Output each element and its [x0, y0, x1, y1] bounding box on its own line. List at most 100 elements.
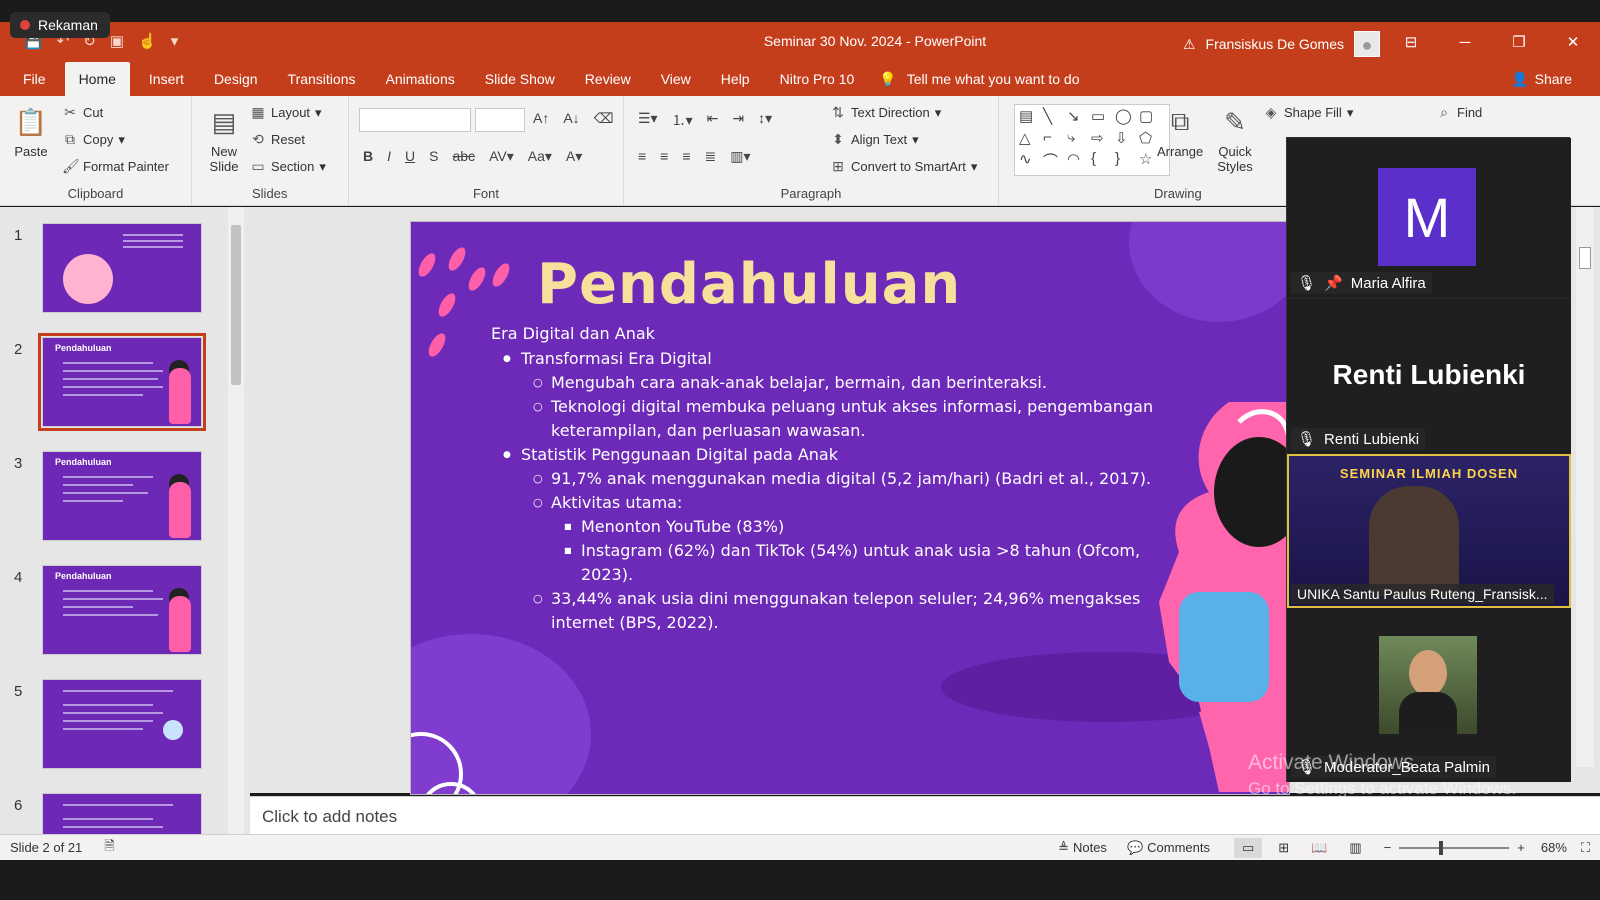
user-area[interactable]: ⚠ Fransiskus De Gomes ●	[1183, 31, 1380, 57]
clear-format-icon[interactable]: ⌫	[594, 110, 614, 127]
slide-thumbnail[interactable]	[42, 679, 202, 769]
notes-pane[interactable]: Click to add notes	[250, 796, 1600, 834]
cut-button[interactable]: ✂ Cut	[62, 104, 103, 121]
tab-design[interactable]: Design	[199, 62, 273, 96]
slide-thumbnail[interactable]: Pendahuluan	[42, 565, 202, 655]
thumbnail-item[interactable]: 2 Pendahuluan	[0, 329, 230, 431]
reset-button[interactable]: ⟲ Reset	[250, 131, 305, 148]
copy-button[interactable]: ⧉ Copy ▾	[62, 131, 125, 148]
strikethrough-icon[interactable]: abc	[452, 148, 475, 165]
line-shape-icon[interactable]: ╲	[1043, 107, 1065, 127]
section-button[interactable]: ▭ Section ▾	[250, 158, 326, 175]
scrollbar-thumb[interactable]	[231, 225, 241, 385]
zoom-slider[interactable]	[1399, 840, 1510, 855]
slide-thumbnail-selected[interactable]: Pendahuluan	[38, 333, 206, 431]
thumbnail-item[interactable]: 1	[0, 215, 230, 315]
zoom-level[interactable]: 68%	[1541, 840, 1567, 855]
new-slide-button[interactable]: ▤ New Slide	[204, 104, 244, 175]
thumbnail-item[interactable]: 4 Pendahuluan	[0, 557, 230, 657]
thumbnail-item[interactable]: 3 Pendahuluan	[0, 443, 230, 543]
ribbon-display-options-icon[interactable]: ⊟	[1384, 22, 1438, 62]
slideshow-icon[interactable]: ▥	[1349, 840, 1361, 856]
convert-smartart-button[interactable]: ⊞ Convert to SmartArt ▾	[830, 158, 977, 175]
quick-styles-button[interactable]: ✎ Quick Styles	[1213, 104, 1257, 175]
italic-icon[interactable]: I	[387, 148, 391, 165]
format-painter-button[interactable]: 🖌 Format Painter	[62, 158, 169, 175]
underline-icon[interactable]: U	[405, 148, 415, 165]
tab-view[interactable]: View	[646, 62, 706, 96]
spellcheck-icon[interactable]: 🗎	[104, 837, 114, 859]
tell-me-search[interactable]: 💡 Tell me what you want to do	[879, 62, 1079, 96]
freeform-shape-icon[interactable]: ∿	[1019, 150, 1041, 173]
normal-view-icon[interactable]: ▭	[1233, 837, 1263, 858]
slide-title[interactable]: Pendahuluan	[537, 252, 961, 317]
zoom-out-icon[interactable]: −	[1384, 840, 1392, 855]
fit-to-window-icon[interactable]: ⛶	[1581, 840, 1590, 856]
paste-button[interactable]: 📋 Paste	[14, 104, 48, 160]
numbering-icon[interactable]: ⒈▾	[672, 110, 693, 130]
font-name-input[interactable]	[359, 108, 471, 132]
line-spacing-icon[interactable]: ↕▾	[758, 110, 772, 130]
curve-shape-icon[interactable]: ⌒	[1043, 150, 1065, 173]
align-left-icon[interactable]: ≡	[638, 148, 646, 165]
tab-file[interactable]: File	[8, 62, 61, 96]
tab-home[interactable]: Home	[64, 62, 130, 96]
bold-icon[interactable]: B	[363, 148, 373, 165]
layout-button[interactable]: ▦ Layout ▾	[250, 104, 321, 121]
textbox-shape-icon[interactable]: ▤	[1019, 107, 1041, 127]
tab-insert[interactable]: Insert	[134, 62, 199, 96]
shrink-font-icon[interactable]: A↓	[563, 110, 579, 127]
font-size-input[interactable]	[475, 108, 525, 132]
participant-tile-active-speaker[interactable]: SEMINAR ILMIAH DOSEN UNIKA Santu Paulus …	[1287, 454, 1571, 608]
close-icon[interactable]: ✕	[1546, 22, 1600, 62]
bullets-icon[interactable]: ☰▾	[638, 110, 658, 130]
down-arrow-shape-icon[interactable]: ⇩	[1115, 129, 1137, 149]
arrange-button[interactable]: ⧉ Arrange	[1157, 104, 1203, 159]
participant-tile[interactable]: M 🎙 📌 Maria Alfira	[1287, 138, 1571, 298]
right-arrow-shape-icon[interactable]: ⇨	[1091, 129, 1113, 149]
char-spacing-icon[interactable]: AV▾	[489, 148, 514, 165]
restore-icon[interactable]: ❐	[1492, 22, 1546, 62]
slide-sorter-icon[interactable]: ⊞	[1278, 840, 1289, 856]
tab-animations[interactable]: Animations	[370, 62, 469, 96]
arrow-shape-icon[interactable]: ↘	[1067, 107, 1089, 127]
increase-indent-icon[interactable]: ⇥	[732, 110, 744, 130]
share-button[interactable]: 👤 Share	[1511, 62, 1572, 96]
minimize-icon[interactable]: ─	[1438, 22, 1492, 62]
align-text-button[interactable]: ⬍ Align Text ▾	[830, 131, 919, 148]
slide-canvas[interactable]: Pendahuluan Era Digital dan Anak Transfo…	[410, 221, 1290, 795]
shape-fill-button[interactable]: ◈ Shape Fill ▾	[1263, 104, 1354, 121]
grow-font-icon[interactable]: A↑	[533, 110, 549, 127]
tab-review[interactable]: Review	[570, 62, 646, 96]
columns-icon[interactable]: ▥▾	[730, 148, 750, 165]
tab-nitro-pro[interactable]: Nitro Pro 10	[765, 62, 870, 96]
text-direction-button[interactable]: ⇅ Text Direction ▾	[830, 104, 941, 121]
avatar[interactable]: ●	[1354, 31, 1380, 57]
shapes-gallery[interactable]: ▤ ╲ ↘ ▭ ◯ ▢ △ ⌐ ⤷ ⇨ ⇩ ⬠ ∿ ⌒ ◠{} ☆	[1014, 104, 1170, 176]
tab-help[interactable]: Help	[706, 62, 765, 96]
font-color-icon[interactable]: A▾	[566, 148, 582, 165]
slide-thumbnail[interactable]	[42, 223, 202, 313]
participant-tile[interactable]: Renti Lubienki 🎙 Renti Lubienki	[1287, 298, 1571, 454]
zoom-slider-handle[interactable]	[1439, 840, 1444, 855]
thumbnail-scrollbar[interactable]	[228, 207, 244, 853]
arc-shape-icon[interactable]: ◠	[1067, 150, 1089, 173]
tab-transitions[interactable]: Transitions	[273, 62, 371, 96]
brace-left-shape-icon[interactable]: {	[1091, 150, 1113, 173]
slide-thumbnail[interactable]: Pendahuluan	[42, 451, 202, 541]
zoom-in-icon[interactable]: +	[1517, 840, 1525, 855]
align-center-icon[interactable]: ≡	[660, 148, 668, 165]
participant-tile[interactable]: 🎙 Moderator_Beata Palmin	[1287, 608, 1571, 782]
shadow-icon[interactable]: S	[429, 148, 438, 165]
change-case-icon[interactable]: Aa▾	[528, 148, 552, 165]
thumbnail-item[interactable]: 5	[0, 671, 230, 771]
reading-view-icon[interactable]: 📖	[1311, 840, 1327, 856]
slide-body-text[interactable]: Era Digital dan Anak Transformasi Era Di…	[491, 322, 1191, 635]
slide-vertical-scrollbar[interactable]	[1576, 207, 1594, 767]
notes-toggle-button[interactable]: ≜ Notes	[1058, 840, 1107, 856]
scrollbar-thumb[interactable]	[1579, 247, 1591, 269]
find-button[interactable]: ⌕ Find	[1436, 104, 1482, 121]
recording-indicator[interactable]: Rekaman	[10, 12, 110, 38]
rectangle-shape-icon[interactable]: ▭	[1091, 107, 1113, 127]
elbow-shape-icon[interactable]: ⌐	[1043, 129, 1065, 149]
